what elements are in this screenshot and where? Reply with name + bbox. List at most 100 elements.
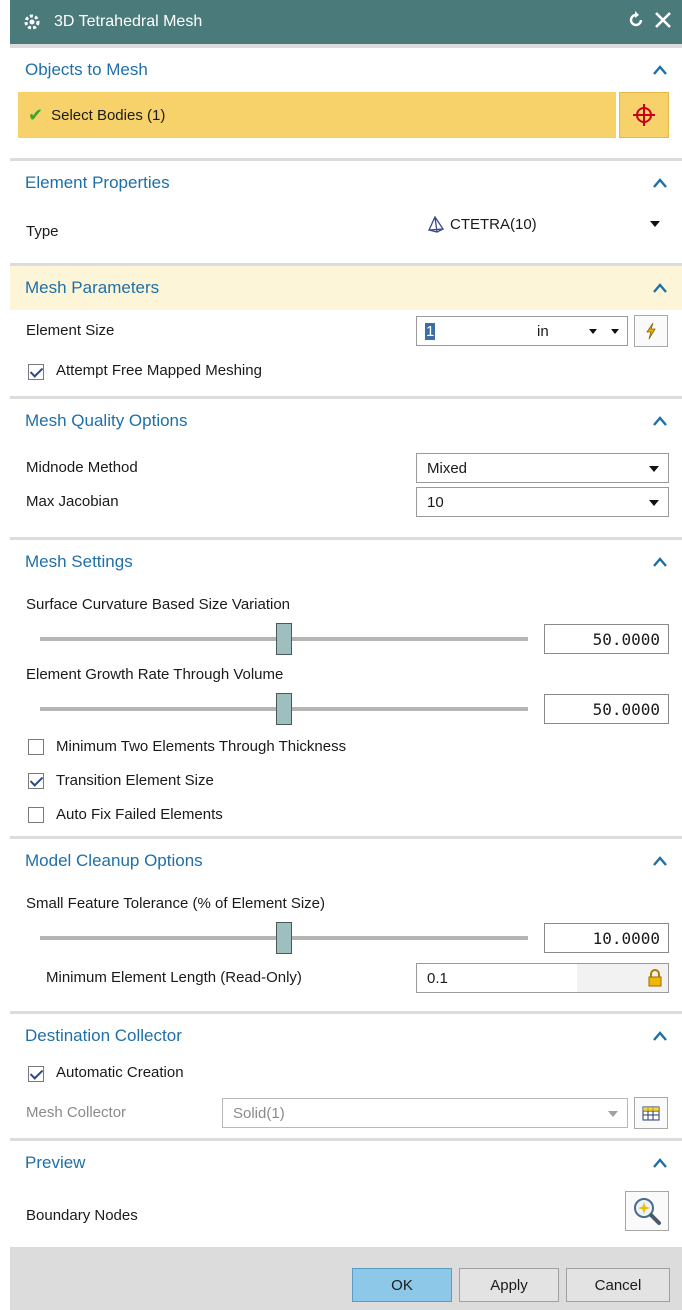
size-dropdown-arrow[interactable] [611, 329, 619, 334]
type-value: CTETRA(10) [450, 215, 537, 233]
free-mapped-checkbox[interactable] [28, 364, 44, 380]
chevron-up-icon[interactable] [652, 177, 668, 189]
section-title: Objects to Mesh [25, 60, 148, 79]
growth-label: Element Growth Rate Through Volume [26, 666, 284, 683]
chevron-up-icon[interactable] [652, 282, 668, 294]
mesh-collector-label: Mesh Collector [26, 1104, 127, 1121]
auto-creation-checkbox[interactable] [28, 1066, 44, 1082]
transition-label: Transition Element Size [56, 772, 214, 789]
mesh-collector-dropdown[interactable]: Solid(1) [222, 1098, 628, 1128]
section-element-properties: Element Properties Type CTETRA(10) [10, 161, 682, 263]
section-title: Preview [25, 1153, 86, 1172]
element-size-value: 1 [425, 322, 436, 340]
chevron-up-icon[interactable] [652, 1030, 668, 1042]
section-title: Element Properties [25, 173, 170, 192]
element-size-input[interactable]: 1 in [416, 316, 628, 346]
section-title: Mesh Parameters [25, 278, 160, 297]
auto-fix-checkbox[interactable] [28, 807, 44, 823]
lightning-icon [646, 322, 656, 340]
section-model-cleanup: Model Cleanup Options Small Feature Tole… [10, 839, 682, 1011]
chevron-up-icon[interactable] [652, 1157, 668, 1169]
chevron-down-icon [649, 500, 659, 506]
curvature-value: 50.0000 [592, 629, 660, 649]
window-title: 3D Tetrahedral Mesh [54, 13, 203, 30]
element-size-label: Element Size [26, 322, 115, 339]
jacobian-value: 10 [427, 493, 444, 511]
section-header[interactable]: Model Cleanup Options [10, 839, 682, 883]
tolerance-value-field[interactable]: 10.0000 [544, 923, 669, 953]
section-header[interactable]: Destination Collector [10, 1014, 682, 1058]
min-length-value: 0.1 [427, 969, 448, 987]
magnifier-icon [634, 1198, 661, 1225]
tolerance-value: 10.0000 [592, 928, 660, 948]
curvature-slider-thumb[interactable] [276, 623, 292, 655]
ok-button[interactable]: OK [352, 1268, 452, 1302]
button-bar: OK Apply Cancel [10, 1254, 682, 1310]
section-header[interactable]: Mesh Parameters [10, 266, 682, 310]
auto-fix-label: Auto Fix Failed Elements [56, 806, 223, 823]
title-bar: 3D Tetrahedral Mesh [10, 0, 682, 44]
curvature-value-field[interactable]: 50.0000 [544, 624, 669, 654]
chevron-up-icon[interactable] [652, 556, 668, 568]
crosshair-button[interactable] [619, 92, 669, 138]
growth-value-field[interactable]: 50.0000 [544, 694, 669, 724]
cancel-button[interactable]: Cancel [566, 1268, 670, 1302]
reset-icon[interactable] [626, 10, 646, 34]
auto-creation-label: Automatic Creation [56, 1064, 184, 1081]
chevron-down-icon [649, 466, 659, 472]
tetrahedron-icon [427, 215, 445, 233]
section-header[interactable]: Preview [10, 1141, 682, 1185]
min-two-checkbox[interactable] [28, 739, 44, 755]
section-destination: Destination Collector Automatic Creation… [10, 1014, 682, 1138]
jacobian-label: Max Jacobian [26, 493, 119, 510]
section-title: Destination Collector [25, 1026, 182, 1045]
transition-checkbox[interactable] [28, 773, 44, 789]
min-length-field: 0.1 [416, 963, 669, 993]
table-icon [642, 1106, 660, 1121]
section-objects-to-mesh: Objects to Mesh ✔ Select Bodies (1) [10, 48, 682, 158]
lock-icon [648, 969, 662, 987]
gear-icon[interactable] [22, 12, 42, 32]
type-dropdown[interactable]: CTETRA(10) [416, 209, 669, 239]
apply-button[interactable]: Apply [459, 1268, 559, 1302]
min-two-label: Minimum Two Elements Through Thickness [56, 738, 347, 755]
boundary-nodes-label: Boundary Nodes [26, 1207, 138, 1224]
growth-value: 50.0000 [592, 699, 660, 719]
section-title: Mesh Settings [25, 552, 133, 571]
jacobian-dropdown[interactable]: 10 [416, 487, 669, 517]
section-header[interactable]: Mesh Settings [10, 540, 682, 584]
unit-dropdown-arrow[interactable] [589, 329, 597, 334]
select-bodies-label: Select Bodies (1) [51, 106, 166, 124]
type-label: Type [26, 223, 59, 240]
select-bodies-bar[interactable]: ✔ Select Bodies (1) [18, 92, 616, 138]
section-title: Mesh Quality Options [25, 411, 188, 430]
section-mesh-parameters: Mesh Parameters Element Size 1 in Attemp… [10, 266, 682, 396]
section-header[interactable]: Element Properties [10, 161, 682, 205]
curvature-label: Surface Curvature Based Size Variation [26, 596, 291, 613]
close-icon[interactable] [654, 11, 672, 33]
crosshair-icon [633, 104, 655, 126]
section-header[interactable]: Objects to Mesh [10, 48, 682, 92]
auto-size-button[interactable] [634, 315, 668, 347]
tolerance-slider-thumb[interactable] [276, 922, 292, 954]
dialog: 3D Tetrahedral Mesh Objects to Mesh ✔ Se… [10, 0, 682, 1310]
min-length-label: Minimum Element Length (Read-Only) [46, 969, 302, 986]
section-mesh-quality: Mesh Quality Options Midnode Method Mixe… [10, 399, 682, 537]
chevron-up-icon[interactable] [652, 415, 668, 427]
tolerance-label: Small Feature Tolerance (% of Element Si… [26, 895, 326, 912]
chevron-up-icon[interactable] [652, 64, 668, 76]
growth-slider-thumb[interactable] [276, 693, 292, 725]
chevron-down-icon [608, 1111, 618, 1117]
section-title: Model Cleanup Options [25, 851, 203, 870]
mesh-collector-value: Solid(1) [233, 1104, 285, 1122]
section-header[interactable]: Mesh Quality Options [10, 399, 682, 443]
boundary-nodes-button[interactable] [625, 1191, 669, 1231]
chevron-down-icon [650, 221, 660, 227]
collector-manager-button[interactable] [634, 1097, 668, 1129]
chevron-up-icon[interactable] [652, 855, 668, 867]
midnode-label: Midnode Method [26, 459, 138, 476]
section-preview: Preview Boundary Nodes [10, 1141, 682, 1247]
section-mesh-settings: Mesh Settings Surface Curvature Based Si… [10, 540, 682, 836]
checkmark-icon: ✔ [28, 104, 44, 125]
midnode-dropdown[interactable]: Mixed [416, 453, 669, 483]
